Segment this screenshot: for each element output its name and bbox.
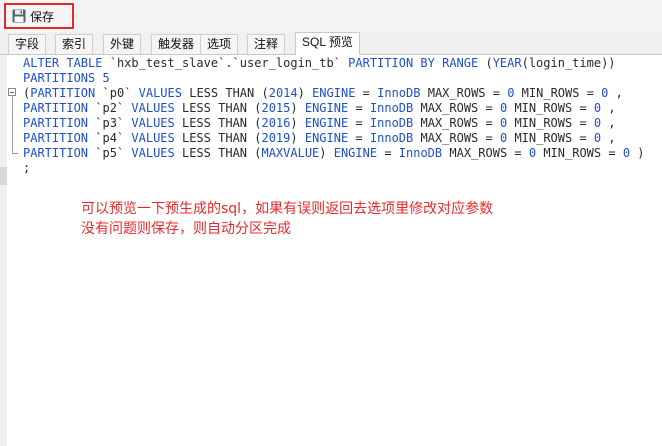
- tab-sql-preview[interactable]: SQL 预览: [295, 32, 360, 55]
- sql-line: (PARTITION `p0` VALUES LESS THAN (2014) …: [23, 86, 623, 100]
- fold-toggle-icon[interactable]: [8, 88, 16, 96]
- fold-guide: [12, 96, 13, 154]
- sql-line: PARTITION `p5` VALUES LESS THAN (MAXVALU…: [23, 146, 645, 160]
- sql-line: PARTITION `p4` VALUES LESS THAN (2019) E…: [23, 131, 616, 145]
- sql-line: PARTITION `p3` VALUES LESS THAN (2016) E…: [23, 116, 616, 130]
- toolbar: 保存: [0, 0, 662, 32]
- tab-options[interactable]: 选项: [200, 34, 239, 54]
- annotation-line-2: 没有问题则保存，则自动分区完成: [81, 221, 291, 237]
- save-button[interactable]: 保存: [4, 3, 74, 29]
- gutter-marker: [0, 167, 7, 185]
- sql-line: PARTITION `p2` VALUES LESS THAN (2015) E…: [23, 101, 616, 115]
- tab-foreign-keys[interactable]: 外键: [103, 34, 142, 54]
- floppy-disk-icon: [12, 9, 26, 23]
- fold-guide-end: [12, 153, 18, 154]
- tab-indexes[interactable]: 索引: [55, 34, 94, 54]
- left-gutter: [0, 55, 7, 446]
- tab-triggers[interactable]: 触发器: [151, 34, 202, 54]
- annotation-line-1: 可以预览一下预生成的sql，如果有误则返回去选项里修改对应参数: [81, 201, 494, 217]
- sql-line: PARTITIONS 5: [23, 71, 110, 85]
- tab-bar: 字段 索引 外键 触发器 选项 注释 SQL 预览: [0, 32, 662, 55]
- sql-line: ALTER TABLE `hxb_test_slave`.`user_login…: [23, 56, 616, 70]
- sql-line: ;: [23, 161, 31, 175]
- tab-comments[interactable]: 注释: [247, 34, 286, 54]
- save-button-label: 保存: [30, 9, 55, 24]
- tab-fields[interactable]: 字段: [8, 34, 47, 54]
- sql-preview-editor[interactable]: ALTER TABLE `hxb_test_slave`.`user_login…: [7, 55, 662, 446]
